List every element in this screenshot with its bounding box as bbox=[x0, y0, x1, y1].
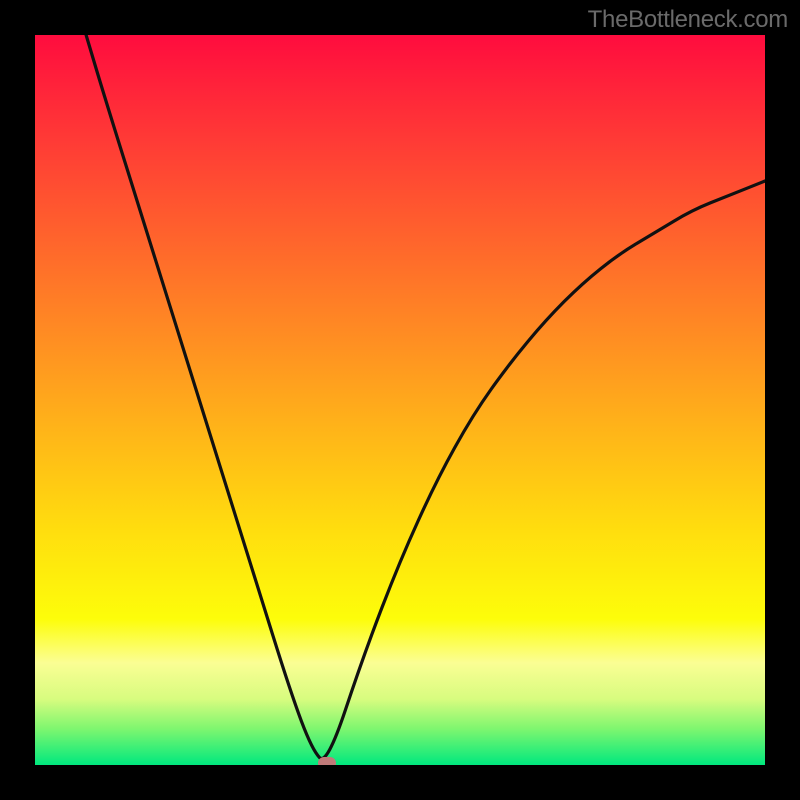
bottleneck-curve bbox=[35, 35, 765, 765]
minimum-marker bbox=[318, 757, 336, 765]
attribution-label: TheBottleneck.com bbox=[588, 6, 788, 34]
chart-frame: TheBottleneck.com bbox=[0, 0, 800, 800]
plot-area bbox=[35, 35, 765, 765]
